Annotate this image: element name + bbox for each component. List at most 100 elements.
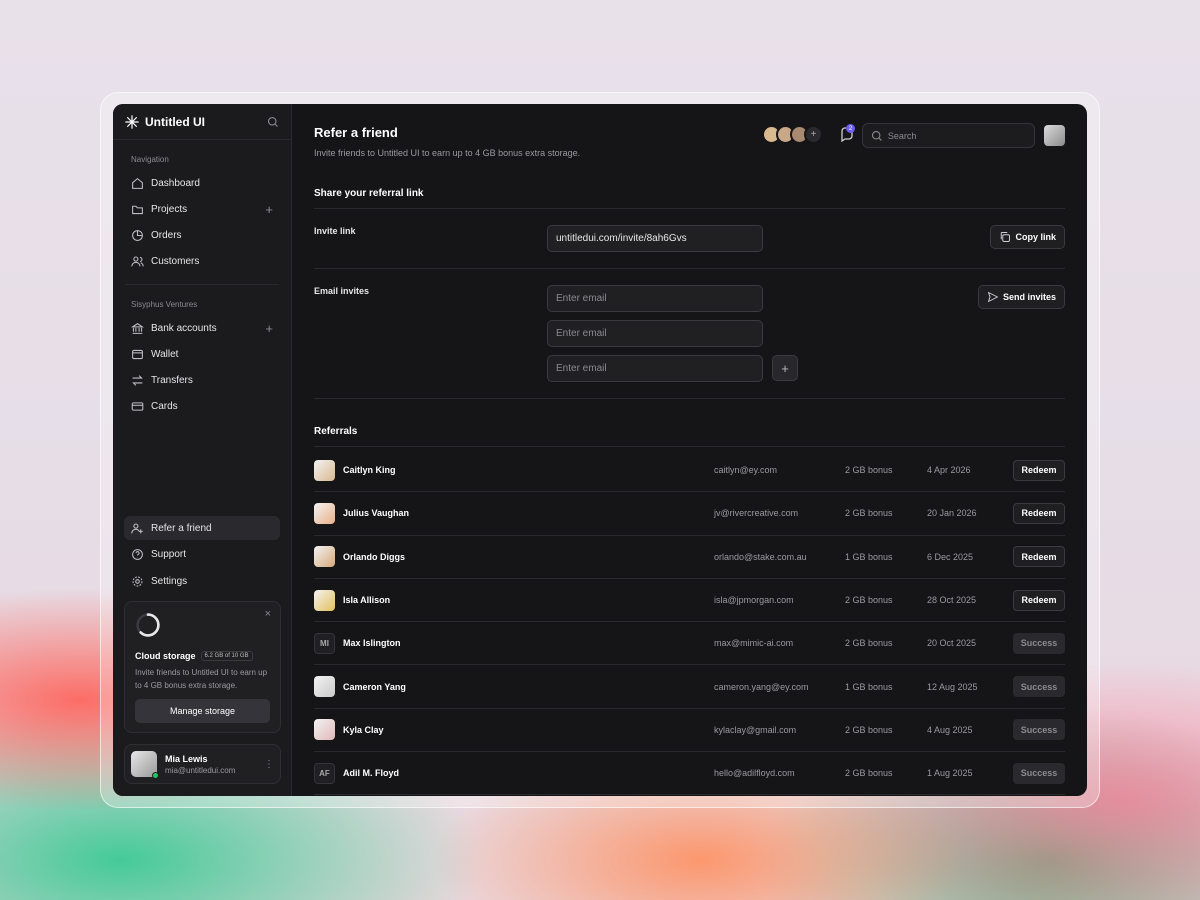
redeem-button[interactable]: Redeem bbox=[1013, 459, 1065, 481]
referral-bonus: 2 GB bonus bbox=[845, 638, 893, 649]
referral-name: Caitlyn King bbox=[343, 465, 396, 476]
referral-date: 4 Aug 2025 bbox=[927, 724, 973, 735]
nav-section-label: Navigation bbox=[131, 155, 169, 164]
sidebar-item-settings[interactable]: Settings bbox=[113, 568, 291, 594]
referral-name: Max Islington bbox=[343, 638, 401, 649]
search-input[interactable] bbox=[887, 130, 1026, 141]
referral-date: 12 Aug 2025 bbox=[927, 681, 978, 692]
referral-bonus: 1 GB bonus bbox=[845, 681, 893, 692]
referral-bonus: 1 GB bonus bbox=[845, 551, 893, 562]
redeem-button[interactable]: Redeem bbox=[1013, 589, 1065, 611]
page-title: Refer a friend bbox=[314, 125, 398, 140]
invite-link-field[interactable]: untitledui.com/invite/8ah6Gvs bbox=[547, 225, 763, 252]
add-icon[interactable]: + bbox=[265, 202, 273, 217]
success-badge: Success bbox=[1013, 676, 1065, 698]
search-box[interactable] bbox=[862, 123, 1035, 148]
send-invites-label: Send invites bbox=[1002, 292, 1056, 302]
sidebar-item-bank-accounts[interactable]: Bank accounts + bbox=[113, 315, 291, 341]
table-row: Kyla Clay kylaclay@gmail.com 2 GB bonus 4 A… bbox=[314, 709, 1065, 753]
referral-name: Isla Allison bbox=[343, 595, 391, 606]
referral-bonus: 2 GB bonus bbox=[845, 595, 893, 606]
referrals-table: Caitlyn King caitlyn@ey.com 2 GB bonus 4 Ap… bbox=[314, 449, 1065, 796]
referral-bonus: 2 GB bonus bbox=[845, 508, 893, 519]
referral-email: max@mimic-ai.com bbox=[714, 638, 794, 649]
sidebar-item-transfers[interactable]: Transfers bbox=[113, 367, 291, 393]
email-field[interactable] bbox=[547, 285, 763, 312]
referral-email: cameron.yang@ey.com bbox=[714, 681, 809, 692]
profile-email: mia@untitledui.com bbox=[165, 765, 236, 775]
success-badge: Success bbox=[1013, 632, 1065, 654]
referral-email: caitlyn@ey.com bbox=[714, 465, 777, 476]
sidebar-item-support[interactable]: Support bbox=[113, 541, 291, 567]
sidebar-item-projects[interactable]: Projects + bbox=[113, 196, 291, 222]
referral-date: 6 Dec 2025 bbox=[927, 551, 974, 562]
brand-name: Untitled UI bbox=[145, 114, 205, 129]
user-avatar[interactable] bbox=[1044, 125, 1065, 146]
sidebar: Untitled UI Navigation Dashboard Projects… bbox=[113, 104, 292, 796]
folder-icon bbox=[132, 205, 143, 214]
referral-name: Julius Vaughan bbox=[343, 508, 410, 519]
user-profile[interactable]: Mia Lewis mia@untitledui.com ⋮ bbox=[124, 744, 281, 784]
sidebar-item-label: Orders bbox=[151, 229, 182, 241]
add-email-button[interactable]: + bbox=[772, 355, 798, 381]
referral-date: 4 Apr 2026 bbox=[927, 465, 971, 476]
sidebar-item-label: Wallet bbox=[151, 348, 179, 360]
referral-date: 20 Oct 2025 bbox=[927, 638, 977, 649]
sidebar-item-refer-a-friend[interactable]: Refer a friend bbox=[124, 516, 280, 540]
redeem-button[interactable]: Redeem bbox=[1013, 546, 1065, 568]
sidebar-item-wallet[interactable]: Wallet bbox=[113, 341, 291, 367]
bank-icon bbox=[131, 322, 144, 334]
table-row: Orlando Diggs orlando@stake.com.au 1 GB bo… bbox=[314, 536, 1065, 579]
referral-email: orlando@stake.com.au bbox=[714, 551, 807, 562]
email-field[interactable] bbox=[547, 320, 763, 347]
avatar bbox=[314, 546, 335, 568]
gear-icon bbox=[132, 576, 143, 586]
avatar-group[interactable]: + bbox=[762, 125, 823, 144]
copy-link-button[interactable]: Copy link bbox=[990, 225, 1065, 249]
add-member-button[interactable]: + bbox=[804, 125, 823, 144]
brand: Untitled UI bbox=[113, 104, 291, 140]
referral-email: kylaclay@gmail.com bbox=[714, 724, 797, 735]
wallet-icon bbox=[132, 349, 143, 359]
invite-link-row: Invite link untitledui.com/invite/8ah6Gv… bbox=[314, 209, 1065, 269]
sidebar-item-customers[interactable]: Customers bbox=[113, 248, 291, 274]
home-icon bbox=[132, 177, 143, 189]
avatar bbox=[314, 459, 335, 481]
logo-icon bbox=[125, 114, 139, 129]
manage-storage-button[interactable]: Manage storage bbox=[135, 699, 270, 723]
sidebar-item-dashboard[interactable]: Dashboard bbox=[113, 170, 291, 196]
close-icon[interactable]: × bbox=[265, 608, 271, 620]
sidebar-search-icon[interactable] bbox=[267, 116, 279, 128]
table-row: Caitlyn King caitlyn@ey.com 2 GB bonus 4 Ap… bbox=[314, 449, 1065, 493]
sidebar-item-orders[interactable]: Orders bbox=[113, 222, 291, 248]
referrals-title: Referrals bbox=[314, 426, 1065, 447]
pie-chart-icon bbox=[132, 229, 143, 241]
storage-progress-ring bbox=[136, 613, 160, 637]
copy-icon bbox=[1001, 232, 1011, 242]
referral-bonus: 2 GB bonus bbox=[845, 768, 893, 779]
redeem-button[interactable]: Redeem bbox=[1013, 502, 1065, 524]
referral-name: Kyla Clay bbox=[343, 724, 384, 735]
sidebar-item-cards[interactable]: Cards bbox=[113, 393, 291, 419]
table-row: Isla Allison isla@jpmorgan.com 2 GB bonus 2… bbox=[314, 579, 1065, 623]
referral-email: isla@jpmorgan.com bbox=[714, 595, 794, 606]
avatar bbox=[314, 589, 335, 611]
table-row: Cameron Yang cameron.yang@ey.com 1 GB bonu… bbox=[314, 665, 1065, 709]
sidebar-item-label: Dashboard bbox=[151, 177, 200, 189]
email-field[interactable] bbox=[547, 355, 763, 382]
help-circle-icon bbox=[132, 548, 143, 560]
sidebar-item-label: Projects bbox=[151, 203, 188, 215]
referral-email: jv@rivercreative.com bbox=[714, 508, 799, 519]
send-invites-button[interactable]: Send invites bbox=[977, 285, 1065, 309]
page-subtitle: Invite friends to Untitled UI to earn up… bbox=[314, 148, 581, 158]
email-invites-row: Email invites + Send invites bbox=[314, 269, 1065, 399]
sidebar-item-label: Bank accounts bbox=[151, 322, 217, 334]
add-icon[interactable]: + bbox=[265, 321, 273, 336]
referral-bonus: 2 GB bonus bbox=[845, 724, 893, 735]
success-badge: Success bbox=[1013, 719, 1065, 741]
more-vertical-icon[interactable]: ⋮ bbox=[264, 759, 274, 770]
table-row: AF Adil M. Floyd hello@adilfloyd.com 2 GB b… bbox=[314, 752, 1065, 796]
avatar: AF bbox=[314, 762, 335, 784]
page-header: Refer a friend Invite friends to Untitle… bbox=[314, 104, 1065, 188]
sidebar-item-label: Cards bbox=[151, 400, 178, 412]
